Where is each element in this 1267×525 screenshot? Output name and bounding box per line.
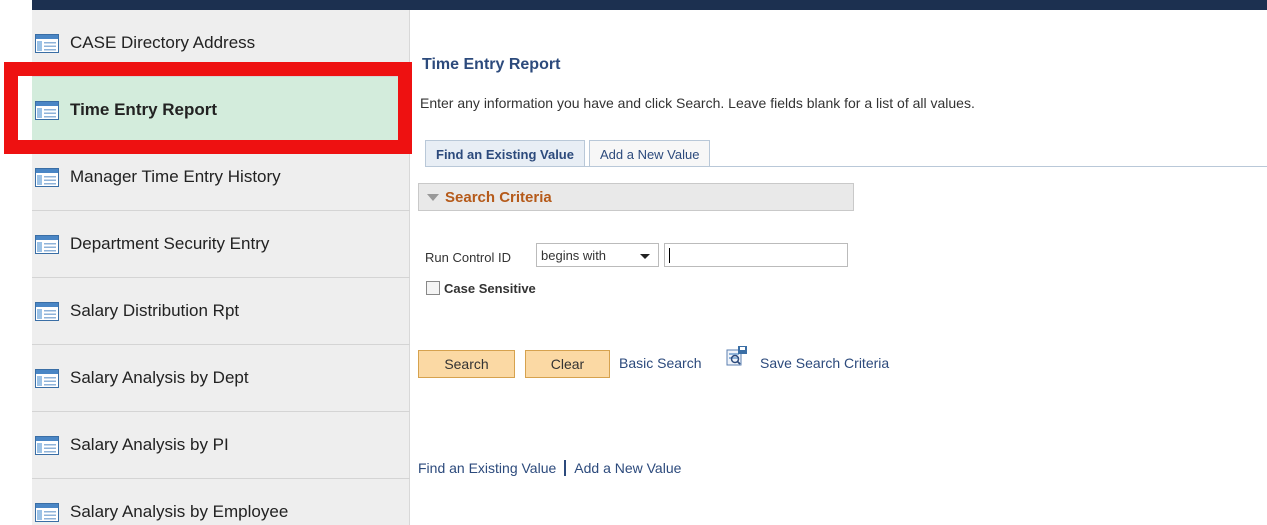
case-sensitive-checkbox[interactable] (426, 281, 440, 295)
run-control-id-label: Run Control ID (425, 250, 511, 265)
case-sensitive-label: Case Sensitive (444, 281, 536, 296)
sidebar-item-case-directory-address[interactable]: CASE Directory Address (32, 10, 410, 77)
sidebar-item-department-security-entry[interactable]: Department Security Entry (32, 211, 410, 278)
component-page-icon (35, 100, 59, 120)
sidebar-item-salary-analysis-by-pi[interactable]: Salary Analysis by PI (32, 412, 410, 479)
sidebar-item-label: CASE Directory Address (70, 33, 256, 52)
collapse-arrow-icon (427, 193, 439, 201)
sidebar-item-label: Manager Time Entry History (70, 167, 281, 186)
search-criteria-header[interactable]: Search Criteria (418, 183, 854, 211)
page-title: Time Entry Report (422, 56, 561, 73)
sidebar-item-label: Department Security Entry (70, 234, 270, 253)
dropdown-caret-icon (640, 254, 650, 259)
main-content: Time Entry Report Enter any information … (411, 10, 1267, 525)
sidebar-item-salary-distribution-rpt[interactable]: Salary Distribution Rpt (32, 278, 410, 345)
sidebar-item-manager-time-entry-history[interactable]: Manager Time Entry History (32, 144, 410, 211)
sidebar: CASE Directory Address Time Entry Report… (32, 10, 410, 525)
component-page-icon (35, 234, 59, 254)
sidebar-item-label: Salary Analysis by Employee (70, 502, 289, 521)
save-search-icon[interactable] (726, 345, 748, 367)
sidebar-item-salary-analysis-by-dept[interactable]: Salary Analysis by Dept (32, 345, 410, 412)
tab-bar: Find an Existing Value Add a New Value (425, 140, 711, 167)
link-separator (564, 460, 567, 476)
sidebar-item-label: Salary Analysis by Dept (70, 368, 249, 387)
component-page-icon (35, 435, 59, 455)
sidebar-item-label: Salary Analysis by PI (70, 435, 229, 454)
header-bar (32, 0, 1267, 10)
bottom-links: Find an Existing Value Add a New Value (418, 460, 681, 476)
sidebar-item-time-entry-report[interactable]: Time Entry Report (32, 77, 410, 144)
sidebar-item-label: Time Entry Report (70, 100, 218, 119)
text-cursor (669, 248, 670, 263)
sidebar-item-label: Salary Distribution Rpt (70, 301, 240, 320)
component-page-icon (35, 368, 59, 388)
find-existing-value-link[interactable]: Find an Existing Value (418, 460, 556, 476)
save-search-criteria-link[interactable]: Save Search Criteria (760, 355, 889, 371)
component-page-icon (35, 502, 59, 522)
search-criteria-title: Search Criteria (445, 188, 552, 206)
run-control-id-input[interactable] (664, 243, 848, 267)
tab-find-existing-value[interactable]: Find an Existing Value (425, 140, 585, 167)
top-bar (0, 0, 1267, 10)
component-page-icon (35, 301, 59, 321)
sidebar-item-salary-analysis-by-employee[interactable]: Salary Analysis by Employee (32, 479, 410, 525)
tab-add-new-value[interactable]: Add a New Value (588, 140, 711, 167)
search-button[interactable]: Search (418, 350, 515, 378)
tab-divider (425, 166, 1267, 167)
operator-select-value: begins with (541, 247, 607, 263)
component-page-icon (35, 33, 59, 53)
basic-search-link[interactable]: Basic Search (619, 355, 701, 371)
clear-button[interactable]: Clear (525, 350, 610, 378)
add-new-value-link[interactable]: Add a New Value (574, 460, 681, 476)
instructions-text: Enter any information you have and click… (420, 95, 975, 111)
operator-select[interactable]: begins with (536, 243, 659, 267)
component-page-icon (35, 167, 59, 187)
